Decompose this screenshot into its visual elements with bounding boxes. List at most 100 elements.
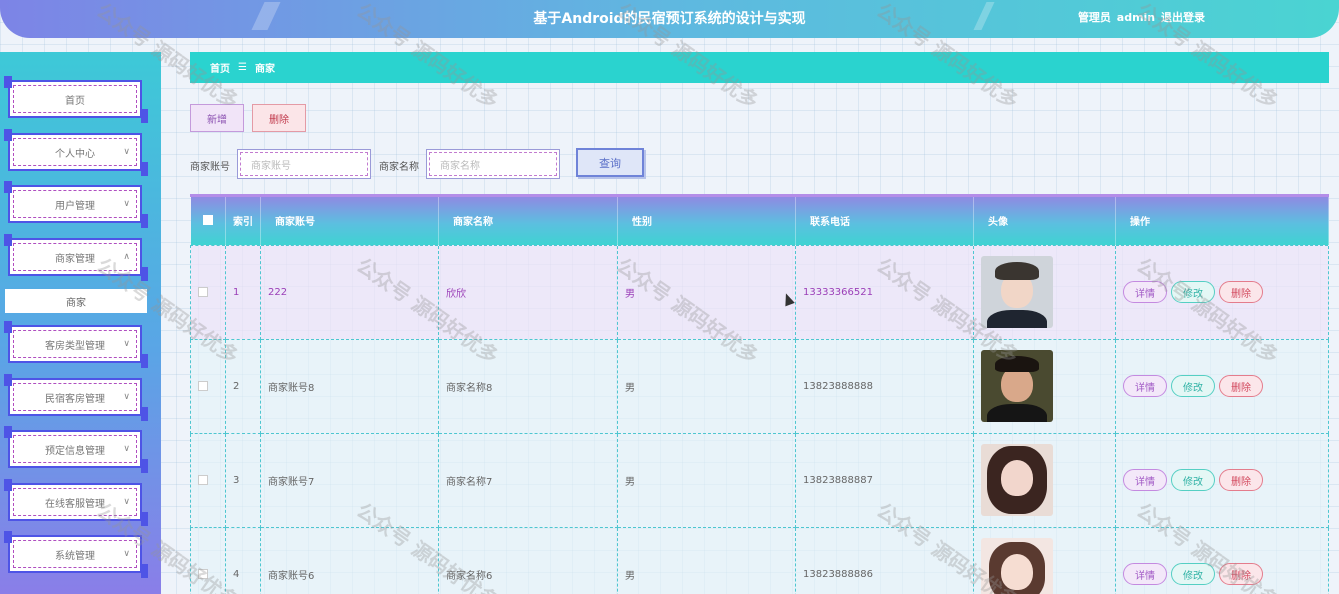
detail-button[interactable]: 详情 <box>1123 281 1167 303</box>
edit-button[interactable]: 修改 <box>1171 281 1215 303</box>
cell-phone: 13333366521 <box>795 244 974 340</box>
header-avatar: 头像 <box>973 197 1116 245</box>
row-checkbox[interactable] <box>198 380 208 391</box>
sidebar-item-homestay-rooms[interactable]: 民宿客房管理 ∨ <box>4 374 148 421</box>
cell-actions: 详情 修改 删除 <box>1115 338 1329 434</box>
menu-tab-decoration <box>141 214 148 228</box>
cell-name: 商家名称7 <box>438 432 618 528</box>
detail-button[interactable]: 详情 <box>1123 563 1167 585</box>
delete-button[interactable]: 删除 <box>1219 375 1263 397</box>
cell-avatar <box>973 244 1116 340</box>
avatar-hair <box>995 356 1039 372</box>
top-header: 基于Android的民宿预订系统的设计与实现 管理员 admin 退出登录 <box>0 0 1339 38</box>
sidebar-item-online-service[interactable]: 在线客服管理 ∨ <box>4 479 148 526</box>
select-all-checkbox[interactable] <box>202 215 213 226</box>
account-search-placeholder: 商家账号 <box>240 152 368 176</box>
delete-button[interactable]: 删除 <box>1219 281 1263 303</box>
cell-account: 商家账号8 <box>260 338 439 434</box>
batch-delete-button[interactable]: 删除 <box>252 104 306 132</box>
sidebar-item-label: 首页 <box>65 95 85 107</box>
cell-gender: 男 <box>617 526 796 594</box>
avatar[interactable] <box>981 538 1053 594</box>
sidebar-item-label: 预定信息管理 <box>45 445 105 457</box>
select-all-cell <box>190 197 226 245</box>
delete-button[interactable]: 删除 <box>1219 469 1263 491</box>
name-search-placeholder: 商家名称 <box>429 152 557 176</box>
sidebar-item-label: 客房类型管理 <box>45 340 105 352</box>
cell-account: 商家账号7 <box>260 432 439 528</box>
menu-tab-decoration <box>141 459 148 473</box>
edit-button[interactable]: 修改 <box>1171 469 1215 491</box>
header-account: 商家账号 <box>260 197 439 245</box>
breadcrumb-home[interactable]: 首页 <box>210 60 230 75</box>
edit-button[interactable]: 修改 <box>1171 563 1215 585</box>
name-search-input[interactable]: 商家名称 <box>426 149 560 179</box>
avatar[interactable] <box>981 256 1053 328</box>
sidebar: 首页 个人中心 ∨ 用户管理 ∨ 商家管理 ∧ 商家 客房类型管理 ∨ 民宿客房… <box>0 52 161 594</box>
cell-name: 商家名称6 <box>438 526 618 594</box>
avatar[interactable] <box>981 444 1053 516</box>
sidebar-item-system-management[interactable]: 系统管理 ∨ <box>4 531 148 578</box>
cell-phone: 13823888887 <box>795 432 974 528</box>
user-role: 管理员 <box>1077 11 1111 24</box>
chevron-down-icon: ∨ <box>123 339 130 349</box>
sidebar-item-personal-center[interactable]: 个人中心 ∨ <box>4 129 148 176</box>
row-checkbox-cell <box>190 244 226 340</box>
menu-tab-decoration <box>141 354 148 368</box>
menu-tab-decoration <box>4 479 12 491</box>
avatar-body <box>987 310 1047 328</box>
submenu-item-merchant[interactable]: 商家 <box>5 289 147 313</box>
menu-tab-decoration <box>4 234 12 246</box>
detail-button[interactable]: 详情 <box>1123 469 1167 491</box>
sidebar-item-label: 系统管理 <box>55 550 95 562</box>
sidebar-item-home[interactable]: 首页 <box>4 76 148 123</box>
row-checkbox[interactable] <box>198 568 208 579</box>
sidebar-item-booking-info[interactable]: 预定信息管理 ∨ <box>4 426 148 473</box>
menu-tab-decoration <box>141 162 148 176</box>
detail-button[interactable]: 详情 <box>1123 375 1167 397</box>
cell-avatar <box>973 526 1116 594</box>
header-name: 商家名称 <box>438 197 618 245</box>
cell-index: 1 <box>225 244 261 340</box>
cell-avatar <box>973 432 1116 528</box>
user-area: 管理员 admin 退出登录 <box>1076 9 1205 25</box>
sidebar-item-label: 民宿客房管理 <box>45 393 105 405</box>
cell-account: 222 <box>260 244 439 340</box>
chevron-down-icon: ∨ <box>123 497 130 507</box>
sidebar-item-user-management[interactable]: 用户管理 ∨ <box>4 181 148 228</box>
menu-tab-decoration <box>141 512 148 526</box>
logout-link[interactable]: 退出登录 <box>1161 11 1205 24</box>
cell-name: 商家名称8 <box>438 338 618 434</box>
chevron-down-icon: ∨ <box>123 392 130 402</box>
edit-button[interactable]: 修改 <box>1171 375 1215 397</box>
table-row[interactable]: 3 商家账号7 商家名称7 男 13823888887 详情 修改 删除 <box>190 432 1329 528</box>
cell-actions: 详情 修改 删除 <box>1115 432 1329 528</box>
avatar-body <box>987 404 1047 422</box>
cell-index: 4 <box>225 526 261 594</box>
sidebar-item-merchant-management[interactable]: 商家管理 ∧ <box>4 234 148 281</box>
delete-button[interactable]: 删除 <box>1219 563 1263 585</box>
add-button[interactable]: 新增 <box>190 104 244 132</box>
menu-tab-decoration <box>141 109 148 123</box>
table-row[interactable]: 1 222 欣欣 男 13333366521 详情 修改 删除 <box>190 244 1329 340</box>
sidebar-item-room-type[interactable]: 客房类型管理 ∨ <box>4 321 148 368</box>
cell-index: 3 <box>225 432 261 528</box>
query-button[interactable]: 查询 <box>576 148 644 177</box>
cell-phone: 13823888888 <box>795 338 974 434</box>
table-row[interactable]: 4 商家账号6 商家名称6 男 13823888886 详情 修改 删除 <box>190 526 1329 594</box>
row-checkbox-cell <box>190 526 226 594</box>
cell-gender: 男 <box>617 338 796 434</box>
table-row[interactable]: 2 商家账号8 商家名称8 男 13823888888 详情 修改 删除 <box>190 338 1329 434</box>
chevron-down-icon: ∨ <box>123 444 130 454</box>
breadcrumb-current: 商家 <box>254 64 275 75</box>
account-search-input[interactable]: 商家账号 <box>237 149 371 179</box>
chevron-down-icon: ∨ <box>123 199 130 209</box>
chevron-down-icon: ∨ <box>123 549 130 559</box>
table-header-row: 索引 商家账号 商家名称 性别 联系电话 头像 操作 <box>190 197 1329 245</box>
avatar[interactable] <box>981 350 1053 422</box>
row-checkbox[interactable] <box>198 286 208 297</box>
sidebar-item-label: 个人中心 <box>55 148 95 160</box>
row-checkbox[interactable] <box>198 474 208 485</box>
cell-avatar <box>973 338 1116 434</box>
chevron-down-icon: ∨ <box>123 147 130 157</box>
